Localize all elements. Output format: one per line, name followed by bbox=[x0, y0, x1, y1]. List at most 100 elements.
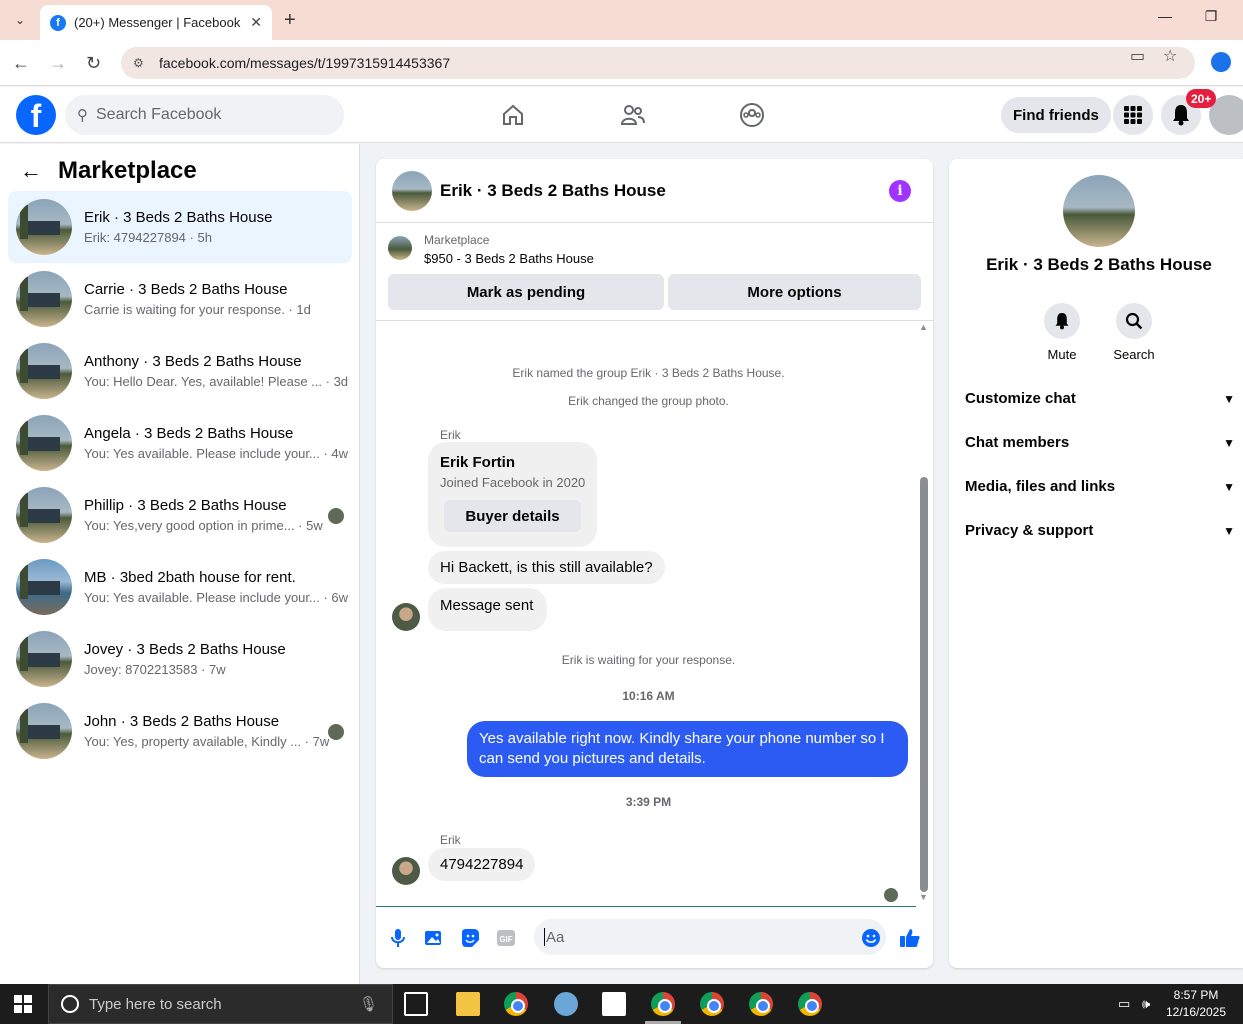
back-icon[interactable]: ← bbox=[12, 53, 30, 74]
taskbar-search-placeholder: Type here to search bbox=[89, 995, 222, 1013]
app-taskbar-icon[interactable] bbox=[554, 992, 578, 1016]
conversation-item[interactable]: Jovey · 3 Beds 2 Baths House Jovey: 87022… bbox=[8, 623, 352, 695]
buyer-details-button[interactable]: Buyer details bbox=[444, 500, 581, 532]
home-icon[interactable] bbox=[499, 101, 527, 129]
outgoing-message[interactable]: Yes available right now. Kindly share yo… bbox=[467, 721, 908, 777]
listing-title[interactable]: $950 - 3 Beds 2 Baths House bbox=[424, 251, 594, 266]
photo-attach-icon[interactable] bbox=[423, 927, 445, 949]
mute-label: Mute bbox=[1047, 347, 1077, 362]
section-label: Media, files and links bbox=[965, 478, 1116, 495]
scrollbar-thumb[interactable] bbox=[920, 477, 928, 892]
conversation-item[interactable]: Angela · 3 Beds 2 Baths House You: Yes av… bbox=[8, 407, 352, 479]
message-list[interactable]: Erik named the group Erik · 3 Beds 2 Bat… bbox=[376, 322, 921, 907]
search-in-chat-button[interactable]: Search bbox=[1104, 303, 1164, 362]
customize-chat-section[interactable]: Customize chat ▼ bbox=[965, 390, 1235, 407]
network-icon[interactable]: ▭ bbox=[1118, 996, 1130, 1012]
conversation-item[interactable]: MB · 3bed 2bath house for rent. You: Yes … bbox=[8, 551, 352, 623]
composer-divider bbox=[376, 906, 916, 907]
system-message: Erik changed the group photo. bbox=[568, 394, 729, 408]
scroll-up-icon[interactable]: ▲ bbox=[919, 322, 928, 332]
svg-text:GIF: GIF bbox=[499, 935, 512, 944]
facebook-logo-icon[interactable]: f bbox=[16, 95, 56, 135]
incoming-message[interactable]: Message sent bbox=[428, 588, 548, 631]
chat-details-avatar[interactable] bbox=[1063, 175, 1135, 247]
url-omnibox[interactable]: ⚙ facebook.com/messages/t/19973159144533… bbox=[121, 47, 1195, 79]
new-tab-icon[interactable]: + bbox=[284, 9, 296, 32]
conversation-item[interactable]: Erik · 3 Beds 2 Baths House Erik: 4794227… bbox=[8, 191, 352, 263]
message-input[interactable]: Aa bbox=[534, 919, 886, 955]
conversation-name: Carrie · 3 Beds 2 Baths House bbox=[84, 281, 288, 298]
microphone-icon[interactable]: 🎙 bbox=[359, 995, 378, 1013]
sidebar-header: ← Marketplace bbox=[20, 157, 197, 185]
media-files-links-section[interactable]: Media, files and links ▼ bbox=[965, 478, 1235, 495]
file-explorer-icon[interactable] bbox=[456, 992, 480, 1016]
find-friends-button[interactable]: Find friends bbox=[1001, 97, 1111, 133]
minimize-icon[interactable]: — bbox=[1150, 8, 1180, 24]
close-tab-icon[interactable]: ✕ bbox=[250, 14, 262, 31]
conversation-avatar bbox=[16, 631, 72, 687]
tab-search-chevron-icon[interactable]: ⌄ bbox=[8, 8, 32, 32]
incoming-message[interactable]: Hi Backett, is this still available? bbox=[428, 551, 665, 584]
groups-icon[interactable] bbox=[738, 101, 766, 129]
sender-avatar[interactable] bbox=[392, 857, 420, 885]
mute-button[interactable]: Mute bbox=[1032, 303, 1092, 362]
friends-icon[interactable] bbox=[619, 101, 647, 129]
browser-tab[interactable]: f (20+) Messenger | Facebook ✕ bbox=[40, 5, 272, 40]
taskbar-clock[interactable]: 8:57 PM 12/16/2025 bbox=[1160, 987, 1232, 1021]
taskbar-search-input[interactable]: Type here to search 🎙 bbox=[48, 984, 393, 1024]
menu-grid-icon[interactable] bbox=[1113, 95, 1153, 135]
search-placeholder: Search Facebook bbox=[96, 106, 222, 123]
conversation-item[interactable]: Carrie · 3 Beds 2 Baths House Carrie is w… bbox=[8, 263, 352, 335]
search-icon: ⚲ bbox=[77, 107, 88, 124]
chat-avatar[interactable] bbox=[392, 170, 432, 211]
search-ring-icon bbox=[61, 995, 79, 1013]
reload-icon[interactable]: ↻ bbox=[86, 53, 101, 74]
sticker-icon[interactable] bbox=[459, 927, 481, 949]
chrome-taskbar-icon[interactable] bbox=[651, 992, 675, 1016]
conversation-name: Anthony · 3 Beds 2 Baths House bbox=[84, 353, 302, 370]
facebook-favicon-icon: f bbox=[50, 14, 66, 31]
more-options-button[interactable]: More options bbox=[668, 274, 921, 310]
windows-start-icon[interactable] bbox=[14, 995, 32, 1013]
chrome-taskbar-icon[interactable] bbox=[798, 992, 822, 1016]
conversation-item[interactable]: Anthony · 3 Beds 2 Baths House You: Hello… bbox=[8, 335, 352, 407]
conversation-info-icon[interactable]: i bbox=[889, 180, 911, 202]
system-message: Erik is waiting for your response. bbox=[561, 653, 736, 667]
gif-icon[interactable]: GIF bbox=[495, 927, 517, 949]
forward-icon[interactable]: → bbox=[49, 53, 67, 74]
marketplace-listing-bar: Marketplace $950 - 3 Beds 2 Baths House … bbox=[376, 224, 933, 321]
conversation-name: Angela · 3 Beds 2 Baths House bbox=[84, 425, 294, 442]
back-arrow-icon[interactable]: ← bbox=[20, 158, 42, 184]
chrome-taskbar-icon[interactable] bbox=[504, 992, 528, 1016]
emoji-icon[interactable] bbox=[860, 927, 882, 949]
restore-icon[interactable]: ❐ bbox=[1196, 8, 1226, 25]
chrome-taskbar-icon[interactable] bbox=[749, 992, 773, 1016]
bookmark-star-icon[interactable]: ☆ bbox=[1163, 46, 1177, 66]
clock-date: 12/16/2025 bbox=[1165, 1005, 1227, 1019]
sticky-notes-icon[interactable] bbox=[602, 992, 626, 1016]
scroll-down-icon[interactable]: ▼ bbox=[919, 892, 928, 902]
conversation-item[interactable]: John · 3 Beds 2 Baths House You: Yes, pro… bbox=[8, 695, 352, 767]
volume-icon[interactable]: 🕪 bbox=[1142, 996, 1150, 1012]
chat-members-section[interactable]: Chat members ▼ bbox=[965, 434, 1235, 451]
task-view-icon[interactable] bbox=[404, 992, 428, 1016]
sender-avatar[interactable] bbox=[392, 603, 420, 631]
listing-thumbnail[interactable] bbox=[388, 236, 412, 260]
seen-receipt-avatar bbox=[884, 888, 898, 902]
incoming-message[interactable]: 4794227894 bbox=[428, 848, 536, 881]
conversation-avatar bbox=[16, 199, 72, 255]
facebook-search-input[interactable]: ⚲ Search Facebook bbox=[65, 95, 344, 135]
conversation-avatar bbox=[16, 487, 72, 543]
thumbs-up-icon[interactable] bbox=[899, 927, 921, 949]
install-app-icon[interactable]: ▭ bbox=[1130, 46, 1145, 66]
microphone-icon[interactable] bbox=[387, 927, 409, 949]
conversation-item[interactable]: Phillip · 3 Beds 2 Baths House You: Yes,v… bbox=[8, 479, 352, 551]
chrome-taskbar-icon[interactable] bbox=[700, 992, 724, 1016]
extension-icon[interactable] bbox=[1211, 52, 1231, 72]
privacy-support-section[interactable]: Privacy & support ▼ bbox=[965, 522, 1235, 539]
search-icon bbox=[1116, 303, 1152, 339]
site-info-icon[interactable]: ⚙ bbox=[133, 56, 149, 70]
chat-title[interactable]: Erik · 3 Beds 2 Baths House bbox=[440, 181, 666, 201]
mark-as-pending-button[interactable]: Mark as pending bbox=[388, 274, 664, 310]
message-scrollbar[interactable]: ▲ ▼ bbox=[918, 322, 930, 907]
